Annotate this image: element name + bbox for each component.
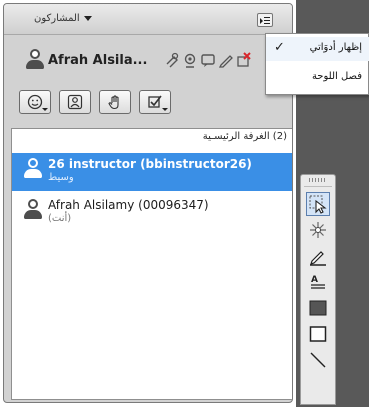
smiley-icon [27,94,43,110]
line-icon [310,352,326,368]
participant-row[interactable]: Afrah Alsilamy (00096347) (أنت) [12,194,292,232]
participant-name: Afrah Alsilamy (00096347) [48,198,209,212]
text-icon: A [311,275,325,289]
select-tool-button[interactable] [306,192,330,216]
poll-response-button[interactable] [139,90,171,114]
filled-rectangle-tool-button[interactable] [306,296,330,320]
panel-menu-button[interactable] [257,13,273,27]
hand-icon [108,95,119,110]
mic-status-icon[interactable] [164,52,180,68]
collapse-arrow-icon [83,16,92,21]
user-avatar-icon [26,49,44,71]
checkmark-icon: ✓ [274,40,285,55]
select-arrow-icon [309,195,327,214]
menu-item-show-my-tools[interactable]: ✓ إظهار أدوَاتي [266,37,369,61]
pen-tool-button[interactable] [306,244,330,268]
away-status-button[interactable] [59,90,91,114]
emoticon-button[interactable] [19,90,51,114]
current-user-name: Afrah Alsila... [48,53,148,68]
participant-avatar-icon [24,158,42,180]
current-user-row: Afrah Alsila... [12,44,282,76]
chat-status-icon[interactable] [200,52,216,68]
svg-text:A: A [311,275,318,285]
participant-role: وسيط [48,172,74,183]
menu-arrow-icon [260,18,263,24]
participant-avatar-icon [24,199,42,221]
filled-rectangle-icon [309,300,327,316]
status-icons [164,52,252,68]
menu-item-label: إظهار أدوَاتي [309,42,362,53]
pointer-tool-button[interactable] [306,218,330,242]
participant-name: 26 instructor (bbinstructor26) [48,157,252,171]
panel-options-menu: ✓ إظهار أدوَاتي فصل اللوحة [265,33,369,95]
line-tool-button[interactable] [306,348,330,372]
pen-icon [310,251,326,266]
whiteboard-toolbar: A [300,174,336,405]
participants-list: (2) الغرفة الرئيسـية 26 instructor (bbin… [11,128,292,400]
room-label: (2) الغرفة الرئيسـية [202,131,287,142]
user-away-icon [67,94,83,110]
raise-hand-button[interactable] [99,90,131,114]
laser-pointer-icon [310,222,326,238]
participant-role: (أنت) [48,213,72,224]
blocked-permission-icon[interactable] [236,52,252,68]
participant-row[interactable]: 26 instructor (bbinstructor26) وسيط [12,153,292,191]
checkbox-icon [148,95,162,108]
panel-title-label: المشاركون [34,13,80,24]
action-buttons-row [19,90,171,114]
webcam-status-icon[interactable] [182,52,198,68]
text-tool-button[interactable]: A [306,270,330,294]
rectangle-tool-button[interactable] [306,322,330,346]
rectangle-outline-icon [309,326,327,342]
participants-panel: المشاركون Afrah Alsila... (2) الغرفة الر… [3,3,293,403]
pencil-status-icon[interactable] [218,52,234,68]
panel-header: المشاركون [4,4,292,35]
toolbar-grip-handle[interactable] [309,178,327,182]
menu-item-label: فصل اللوحة [311,71,362,82]
menu-item-detach-panel[interactable]: فصل اللوحة [266,66,369,90]
panel-title[interactable]: المشاركون [34,13,92,24]
